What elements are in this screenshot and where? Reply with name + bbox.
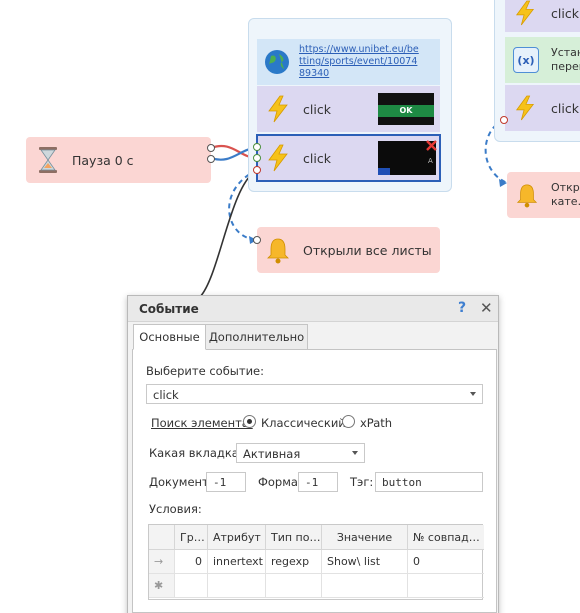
right-click-label-1: click <box>551 5 579 21</box>
event-select-value: click <box>153 388 179 402</box>
lightning-icon <box>268 144 288 172</box>
table-cell[interactable]: 0 <box>175 550 208 574</box>
right-click-block-1[interactable]: click <box>505 0 580 32</box>
port-in[interactable] <box>253 143 261 151</box>
table-cell[interactable]: innertext <box>208 550 266 574</box>
conditions-table[interactable]: Гр… Атрибут Тип по… Значение № совпад… →… <box>148 524 484 600</box>
tab-select-label: Какая вкладка: <box>149 446 243 460</box>
set-variable-label: Устан… перем… <box>551 46 580 73</box>
click-label-1: click <box>303 101 331 117</box>
new-row-marker: ✱ <box>149 574 175 598</box>
right-notification-label: Откр… кате… <box>551 181 580 208</box>
click-label-2: click <box>303 150 331 166</box>
lightning-icon <box>515 95 535 121</box>
right-click-label-2: click <box>551 100 579 116</box>
right-notification-block[interactable]: Откр… кате… <box>507 172 580 218</box>
bell-icon <box>516 184 538 208</box>
table-corner <box>149 525 175 550</box>
conditions-label: Условия: <box>149 502 202 516</box>
help-button[interactable]: ? <box>458 300 466 316</box>
table-cell[interactable] <box>175 574 208 598</box>
chevron-down-icon <box>470 392 476 396</box>
click-block-1[interactable]: click OK <box>257 86 440 132</box>
event-select-label: Выберите событие: <box>146 364 264 378</box>
bell-icon <box>267 238 289 264</box>
port-success[interactable] <box>253 154 261 162</box>
table-header[interactable]: Тип по… <box>266 525 322 550</box>
dialog-titlebar: Событие ? ✕ <box>128 296 498 322</box>
table-header[interactable]: Значение <box>322 525 408 550</box>
element-thumbnail-1: OK <box>378 93 434 125</box>
right-click-block-2[interactable]: click <box>505 85 580 131</box>
document-input[interactable]: -1 <box>206 472 246 492</box>
tab-select[interactable]: Активная <box>236 443 365 463</box>
document-label: Документ: <box>149 475 213 489</box>
dialog-title: Событие <box>139 302 199 316</box>
delete-icon[interactable] <box>426 140 437 151</box>
globe-icon <box>265 50 289 74</box>
port-out-2[interactable] <box>207 155 215 163</box>
pause-block[interactable]: Пауза 0 с <box>26 137 211 183</box>
row-marker: → <box>149 550 175 574</box>
table-cell[interactable]: Show\ list <box>322 550 408 574</box>
radio-classic[interactable] <box>243 415 256 428</box>
tab-advanced[interactable]: Дополнительно <box>205 324 308 350</box>
tag-label: Тэг: <box>350 475 374 489</box>
lightning-icon <box>268 95 288 123</box>
form-label: Форма: <box>258 475 302 489</box>
navigate-url-block[interactable]: https://www.unibet.eu/betting/sports/eve… <box>257 39 440 85</box>
port-in-notify[interactable] <box>253 236 261 244</box>
table-header[interactable]: Гр… <box>175 525 208 550</box>
table-cell[interactable] <box>266 574 322 598</box>
tab-select-value: Активная <box>243 447 301 461</box>
chevron-down-icon <box>352 451 358 455</box>
search-element-label: Поиск элемента: <box>151 416 253 430</box>
lightning-icon <box>515 0 535 26</box>
notification-label: Открыли все листы <box>303 242 432 258</box>
url-link[interactable]: https://www.unibet.eu/betting/sports/eve… <box>299 44 419 80</box>
notification-block[interactable]: Открыли все листы <box>257 227 440 273</box>
thumb-ok-label: OK <box>378 105 434 117</box>
tag-input[interactable]: button <box>375 472 483 492</box>
set-variable-block[interactable]: (x) Устан… перем… <box>505 37 580 83</box>
hourglass-icon <box>39 147 57 173</box>
event-select[interactable]: click <box>146 384 483 404</box>
close-button[interactable]: ✕ <box>480 299 493 317</box>
table-cell[interactable]: regexp <box>266 550 322 574</box>
table-header[interactable]: Атрибут <box>208 525 266 550</box>
variable-icon: (x) <box>513 47 539 73</box>
form-input[interactable]: -1 <box>298 472 338 492</box>
table-cell[interactable]: 0 <box>408 550 484 574</box>
radio-classic-label[interactable]: Классический <box>261 416 346 430</box>
pause-label: Пауза 0 с <box>72 152 134 168</box>
thumb-letter: A <box>428 157 433 165</box>
port-right-error[interactable] <box>500 116 508 124</box>
tab-basic[interactable]: Основные <box>133 324 206 350</box>
port-out-1[interactable] <box>207 144 215 152</box>
table-header[interactable]: № совпад… <box>408 525 484 550</box>
port-error[interactable] <box>253 166 261 174</box>
radio-xpath[interactable] <box>342 415 355 428</box>
table-cell[interactable] <box>208 574 266 598</box>
table-cell[interactable] <box>322 574 408 598</box>
click-block-2-selected[interactable]: click A <box>256 134 441 182</box>
radio-xpath-label[interactable]: xPath <box>360 416 392 430</box>
table-cell[interactable] <box>408 574 484 598</box>
